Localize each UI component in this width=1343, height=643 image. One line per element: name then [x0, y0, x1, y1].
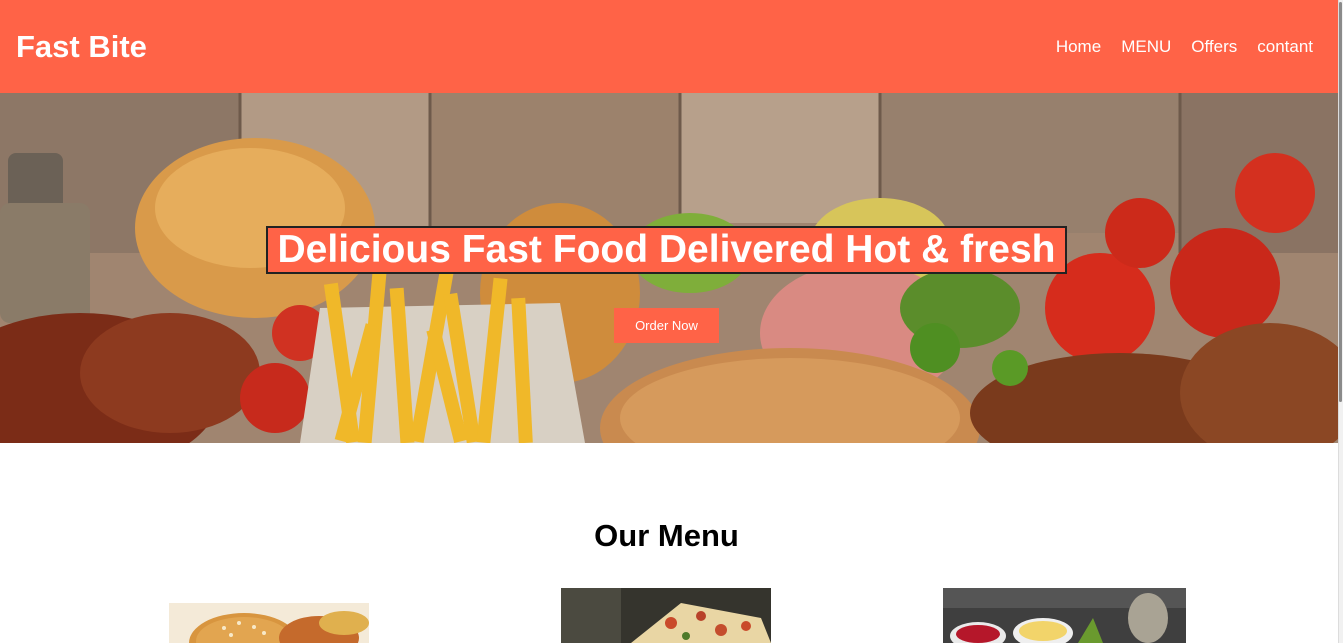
nav-link-menu[interactable]: MENU	[1121, 37, 1171, 57]
scrollbar-thumb[interactable]	[1339, 2, 1342, 402]
page-scrollbar[interactable]	[1338, 0, 1343, 643]
top-navbar: Fast Bite Home MENU Offers contant	[0, 0, 1338, 93]
hero-banner: Delicious Fast Food Delivered Hot & fres…	[0, 93, 1338, 443]
menu-item-image-sauces[interactable]	[943, 588, 1186, 643]
menu-item-image-burger[interactable]	[169, 603, 369, 643]
sauces-image	[943, 588, 1186, 643]
site-logo[interactable]: Fast Bite	[16, 29, 147, 65]
burger-image	[169, 603, 369, 643]
nav-link-contact[interactable]: contant	[1257, 37, 1313, 57]
menu-item-image-pizza[interactable]	[561, 588, 771, 643]
menu-section-title: Our Menu	[594, 518, 739, 553]
hero-title: Delicious Fast Food Delivered Hot & fres…	[266, 226, 1067, 274]
pizza-image	[561, 588, 771, 643]
nav-link-offers[interactable]: Offers	[1191, 37, 1237, 57]
order-now-button[interactable]: Order Now	[614, 308, 719, 343]
nav-links: Home MENU Offers contant	[1056, 37, 1313, 57]
nav-link-home[interactable]: Home	[1056, 37, 1101, 57]
